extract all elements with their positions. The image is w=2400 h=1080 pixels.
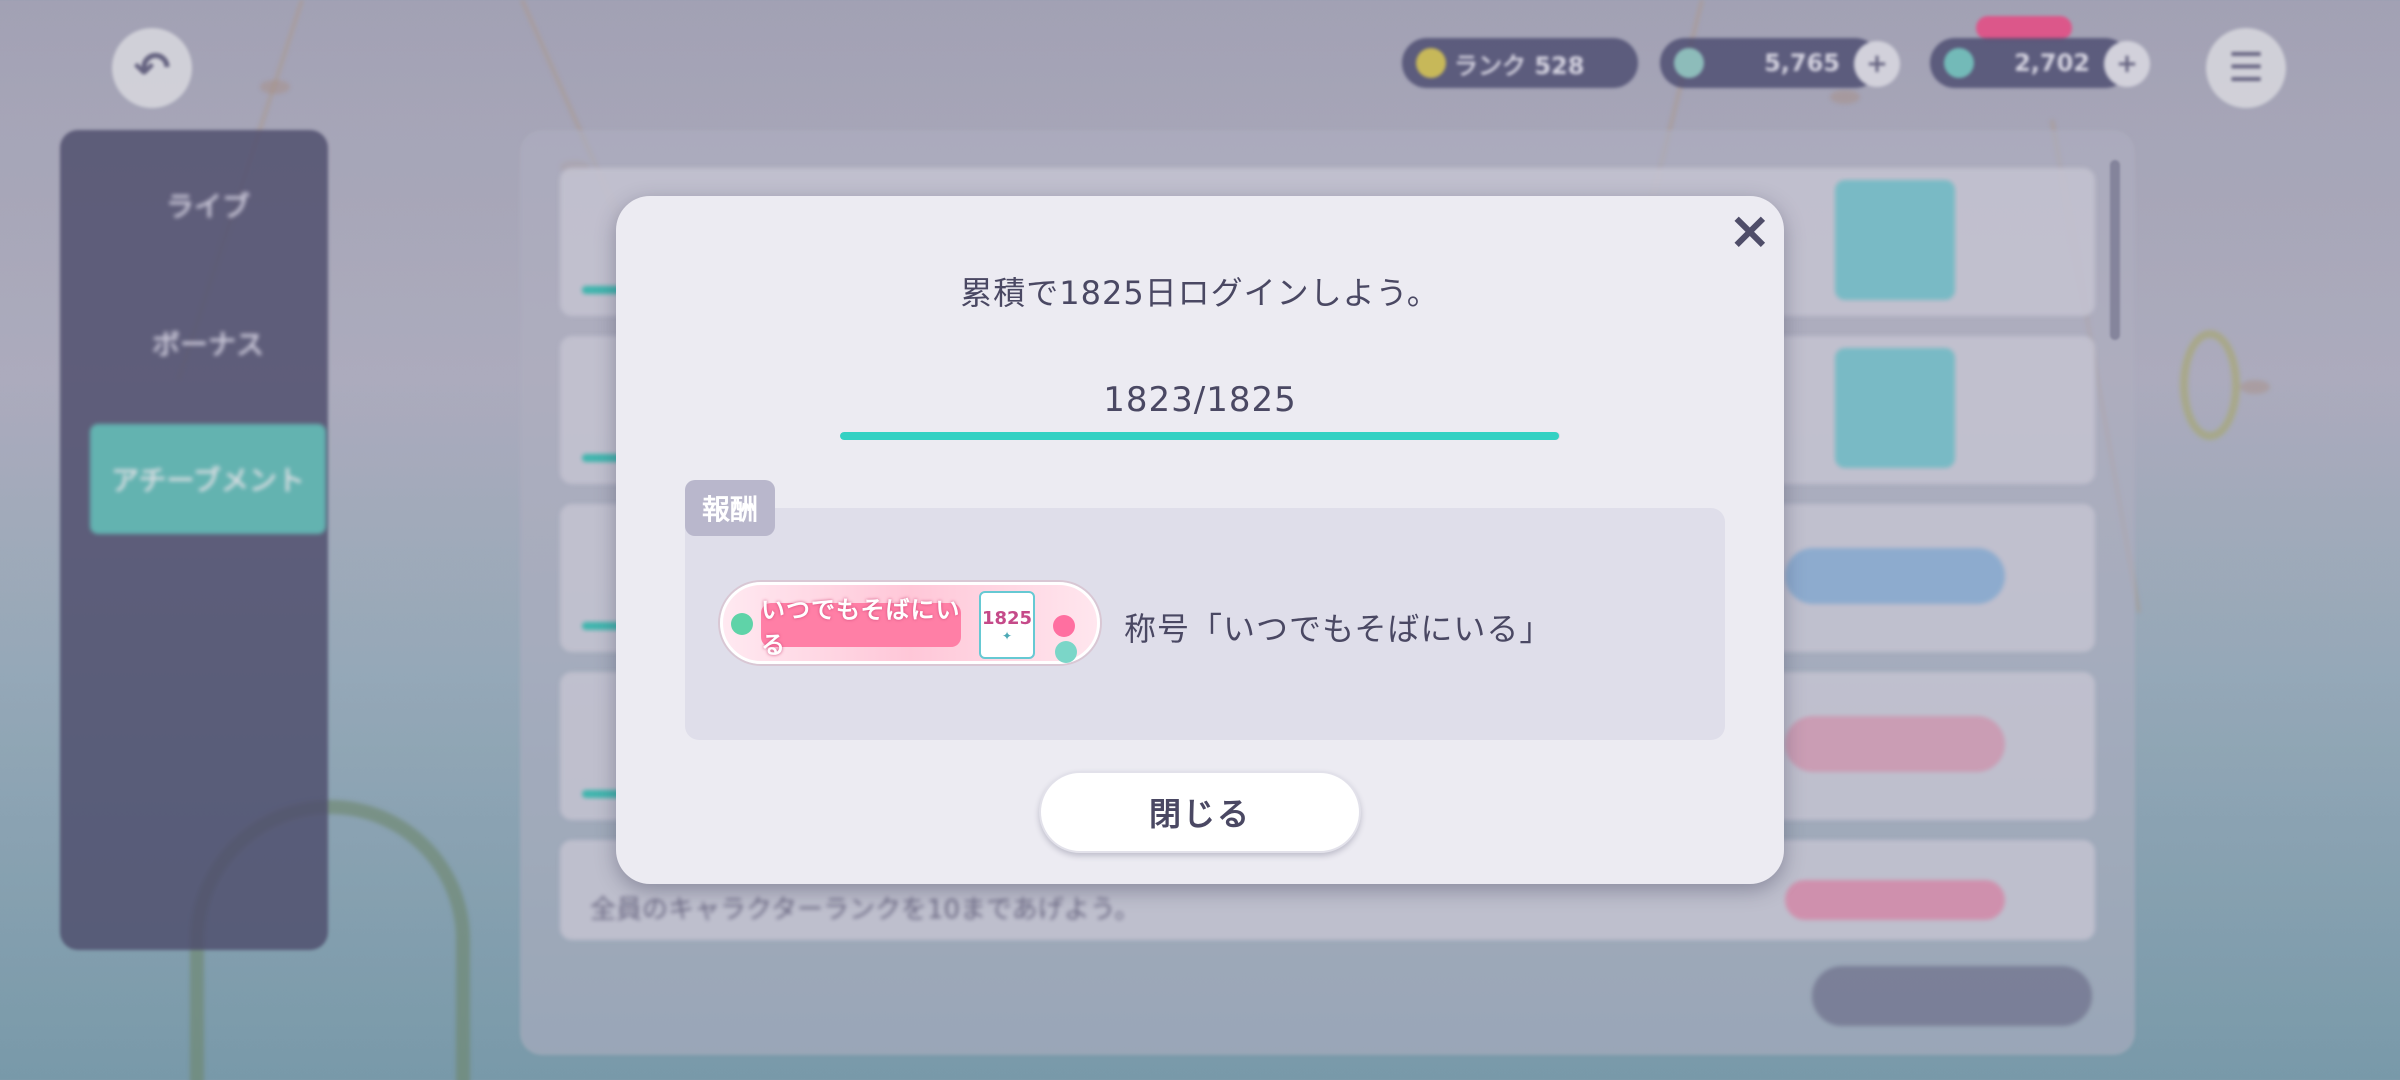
reward-tag: 報酬 [685, 480, 775, 536]
title-badge-text: いつでもそばにいる [761, 596, 961, 659]
flower-decoration [1055, 641, 1077, 663]
close-button-label: 閉じる [1148, 795, 1251, 833]
calendar-sub: ✦ [1001, 628, 1013, 643]
close-icon[interactable]: × [1728, 205, 1772, 257]
progress-bar-fill [840, 432, 1560, 440]
progress-bar [840, 432, 1560, 440]
reward-name: 称号「いつでもそばにいる」 [1124, 610, 1553, 648]
calendar-number: 1825 [981, 607, 1033, 629]
dialog-title: 累積で1825日ログインしよう。 [960, 274, 1440, 312]
title-badge-image: いつでもそばにいる 1825 ✦ [720, 582, 1100, 664]
progress-text: 1823/1825 [1103, 380, 1297, 420]
calendar-icon: 1825 ✦ [979, 591, 1035, 659]
close-button[interactable]: 閉じる [1039, 771, 1361, 853]
flower-decoration [1053, 615, 1075, 637]
flower-decoration [731, 613, 753, 635]
